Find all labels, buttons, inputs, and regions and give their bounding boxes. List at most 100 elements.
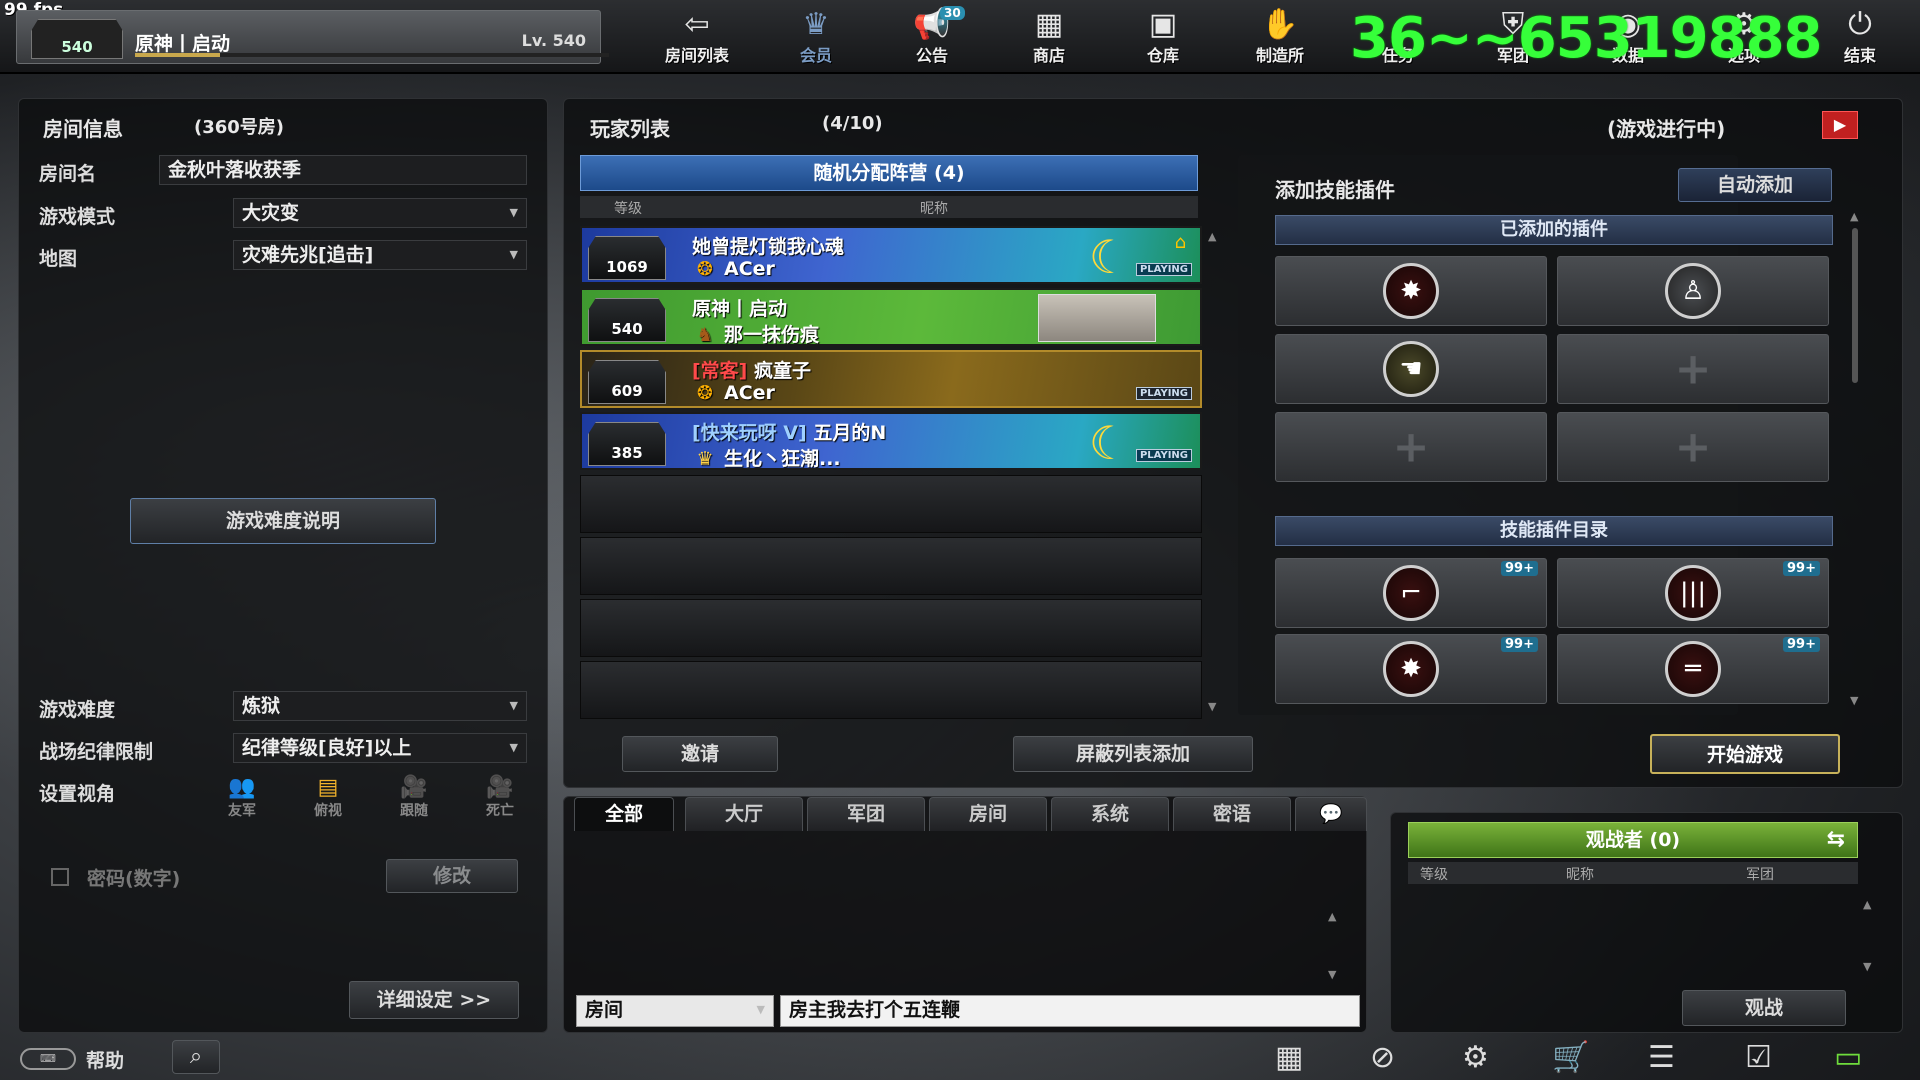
xp-bar — [135, 53, 609, 57]
tab-room[interactable]: 房间 — [929, 797, 1047, 831]
plugin-slot-empty[interactable]: + — [1557, 412, 1829, 482]
view-top[interactable]: ▤ 俯视 — [287, 775, 369, 820]
room-info-panel: 房间信息 (360号房) 房间名 金秋叶落收获季 游戏模式 大灾变 地图 灾难先… — [18, 98, 548, 1033]
start-game-button[interactable]: 开始游戏 — [1650, 734, 1840, 774]
tab-lobby[interactable]: 大厅 — [685, 797, 803, 831]
playing-badge: PLAYING — [1135, 449, 1192, 462]
room-name-label: 房间名 — [39, 163, 97, 185]
player-count: (4/10) — [822, 113, 883, 134]
scroll-up-icon[interactable]: ▲ — [1863, 898, 1871, 911]
invite-button[interactable]: 邀请 — [622, 736, 778, 772]
player-clan: ♞ 那一抹伤痕 — [692, 320, 819, 344]
play-video-icon[interactable]: ▶ — [1822, 111, 1858, 139]
spectate-button[interactable]: 观战 — [1682, 990, 1846, 1026]
auto-add-button[interactable]: 自动添加 — [1678, 168, 1832, 202]
handshake-icon: ✋ — [1261, 7, 1299, 42]
password-checkbox[interactable] — [51, 868, 69, 886]
runner-icon[interactable]: ⚙ — [1462, 1040, 1489, 1075]
cat-image — [1038, 294, 1156, 342]
friends-icon: 👥 — [228, 775, 256, 800]
chat-input[interactable]: 房主我去打个五连鞭 — [780, 995, 1360, 1027]
player-name: [常客] 疯童子 — [692, 360, 812, 382]
top-bar: 99 fps 540 原神丨启动 Lv. 540 ⇦房间列表 ♛会员 📢30公告… — [0, 0, 1920, 74]
player-row[interactable]: 609 [常客] 疯童子 ❂ ACer PLAYING — [580, 350, 1202, 408]
rank-badge: 540 — [31, 19, 123, 59]
discipline-select[interactable]: 纪律等级[良好]以上 — [233, 733, 527, 763]
scroll-down-icon[interactable]: ▼ — [1863, 960, 1871, 973]
tab-all[interactable]: 全部 — [574, 797, 674, 831]
scroll-down-icon[interactable]: ▼ — [1208, 700, 1216, 713]
list-icon[interactable]: ☰ — [1648, 1040, 1675, 1075]
player-row[interactable]: 540 原神丨启动 ♞ 那一抹伤痕 — [580, 288, 1202, 346]
catalog-item[interactable]: ||| 99+ — [1557, 558, 1829, 628]
cart-icon[interactable]: 🛒 — [1552, 1040, 1589, 1075]
empty-slot[interactable] — [580, 661, 1202, 719]
search-icon[interactable]: ⌕ — [172, 1040, 220, 1074]
nav-room-list[interactable]: ⇦ 房间列表 — [647, 4, 747, 70]
room-name-field[interactable]: 金秋叶落收获季 — [159, 155, 527, 185]
crown-icon: ♛ — [696, 448, 714, 470]
nav-storage[interactable]: ▣ 仓库 — [1113, 4, 1213, 70]
plugin-slot[interactable]: ✸ — [1275, 256, 1547, 326]
nav-workshop[interactable]: ✋ 制造所 — [1230, 4, 1330, 70]
scroll-down-icon[interactable]: ▼ — [1850, 694, 1858, 707]
rank-badge: 385 — [588, 422, 666, 466]
scroll-up-icon[interactable]: ▲ — [1208, 230, 1216, 243]
scroll-up-icon[interactable]: ▲ — [1328, 910, 1336, 923]
empty-slot[interactable] — [580, 537, 1202, 595]
calendar-icon[interactable]: ▦ — [1275, 1040, 1303, 1075]
plugin-slot[interactable]: ♙ — [1557, 256, 1829, 326]
block-list-button[interactable]: 屏蔽列表添加 — [1013, 736, 1253, 772]
map-select[interactable]: 灾难先兆[追击] — [233, 240, 527, 270]
catalog-item[interactable]: ⌐ 99+ — [1275, 558, 1547, 628]
player-name: 她曾提灯锁我心魂 — [692, 236, 845, 258]
plugin-scrollbar[interactable] — [1852, 228, 1858, 383]
catalog-item[interactable]: ═ 99+ — [1557, 634, 1829, 704]
plugin-slot-empty[interactable]: + — [1557, 334, 1829, 404]
team-header: 随机分配阵营 (4) — [580, 155, 1198, 191]
moon-icon: ☾ — [1088, 416, 1130, 470]
tab-whisper[interactable]: 密语 — [1173, 797, 1291, 831]
view-follow[interactable]: 🎥 跟随 — [373, 775, 455, 820]
rank-badge: 540 — [588, 298, 666, 342]
game-mode-select[interactable]: 大灾变 — [233, 198, 527, 228]
difficulty-help-button[interactable]: 游戏难度说明 — [130, 498, 436, 544]
plugin-slot[interactable]: ☚ — [1275, 334, 1547, 404]
view-label: 设置视角 — [39, 783, 116, 805]
item-count: 99+ — [1783, 637, 1820, 652]
chat-channel-select[interactable]: 房间 — [576, 995, 774, 1027]
player-profile[interactable]: 540 原神丨启动 Lv. 540 — [16, 10, 609, 64]
difficulty-select[interactable]: 炼狱 — [233, 691, 527, 721]
briefcase-icon: ▣ — [1148, 7, 1178, 42]
battery-icon[interactable]: ▭ — [1834, 1040, 1862, 1075]
tab-clan[interactable]: 军团 — [807, 797, 925, 831]
catalog-item[interactable]: ✸ 99+ — [1275, 634, 1547, 704]
chat-bubble-button[interactable]: 💬 — [1295, 797, 1367, 831]
keyboard-icon[interactable]: ⌨ — [20, 1048, 76, 1070]
player-name: 原神丨启动 — [692, 298, 788, 320]
nav-vip[interactable]: ♛ 会员 — [766, 4, 866, 70]
empty-slot[interactable] — [580, 475, 1202, 533]
view-death[interactable]: 🎥 死亡 — [459, 775, 541, 820]
rank-badge: 1069 — [588, 236, 666, 280]
scroll-up-icon[interactable]: ▲ — [1850, 210, 1858, 223]
help-label[interactable]: 帮助 — [86, 1046, 124, 1073]
compass-icon[interactable]: ⊘ — [1370, 1040, 1395, 1075]
swap-icon[interactable]: ⇆ — [1827, 823, 1845, 857]
col-nick: 昵称 — [1566, 867, 1594, 883]
view-friendly[interactable]: 👥 友军 — [201, 775, 283, 820]
nav-announcement[interactable]: 📢 30 公告 — [882, 4, 982, 70]
plugin-slot-empty[interactable]: + — [1275, 412, 1547, 482]
player-row[interactable]: 1069 她曾提灯锁我心魂 ❂ ACer ☾ ⌂ PLAYING — [580, 226, 1202, 284]
tab-system[interactable]: 系统 — [1051, 797, 1169, 831]
plugin-catalog-header: 技能插件目录 — [1275, 516, 1833, 546]
detail-settings-button[interactable]: 详细设定 >> — [349, 981, 519, 1019]
checkin-icon[interactable]: ☑ — [1745, 1040, 1772, 1075]
scroll-down-icon[interactable]: ▼ — [1328, 968, 1336, 981]
bear-icon: ❂ — [697, 258, 713, 280]
nav-shop[interactable]: ▦ 商店 — [999, 4, 1099, 70]
modify-password-button[interactable]: 修改 — [386, 859, 518, 893]
nav-exit[interactable]: ⏻ 结束 — [1810, 4, 1910, 70]
empty-slot[interactable] — [580, 599, 1202, 657]
player-row[interactable]: 385 [快来玩呀 V] 五月的N ♛ 生化丶狂潮... ☾ PLAYING — [580, 412, 1202, 470]
